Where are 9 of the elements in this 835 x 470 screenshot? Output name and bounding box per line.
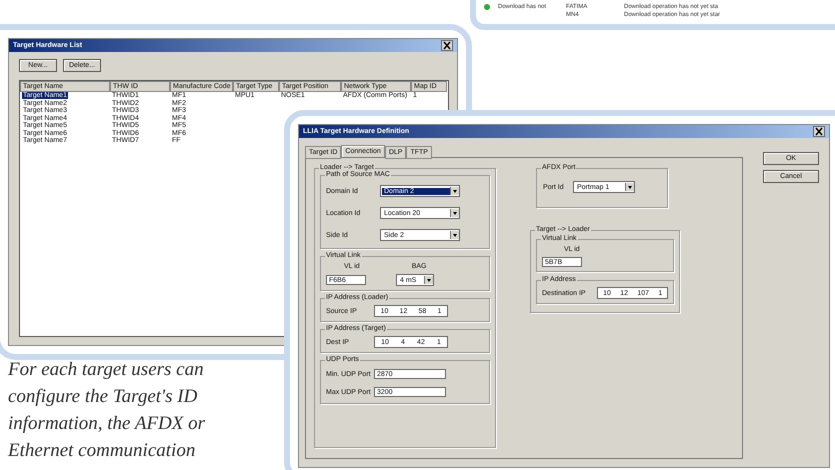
caret-icon [450,231,459,239]
caption-text: For each target users can configure the Target's ID information, the AFDX or Ethernet communication [8,358,206,463]
caret-icon [625,183,634,191]
caret-icon [450,209,459,217]
close-icon[interactable] [441,40,453,51]
status-icon [484,4,490,10]
close-icon[interactable] [813,126,825,137]
caret-icon [424,276,433,284]
caret-icon [450,187,459,195]
